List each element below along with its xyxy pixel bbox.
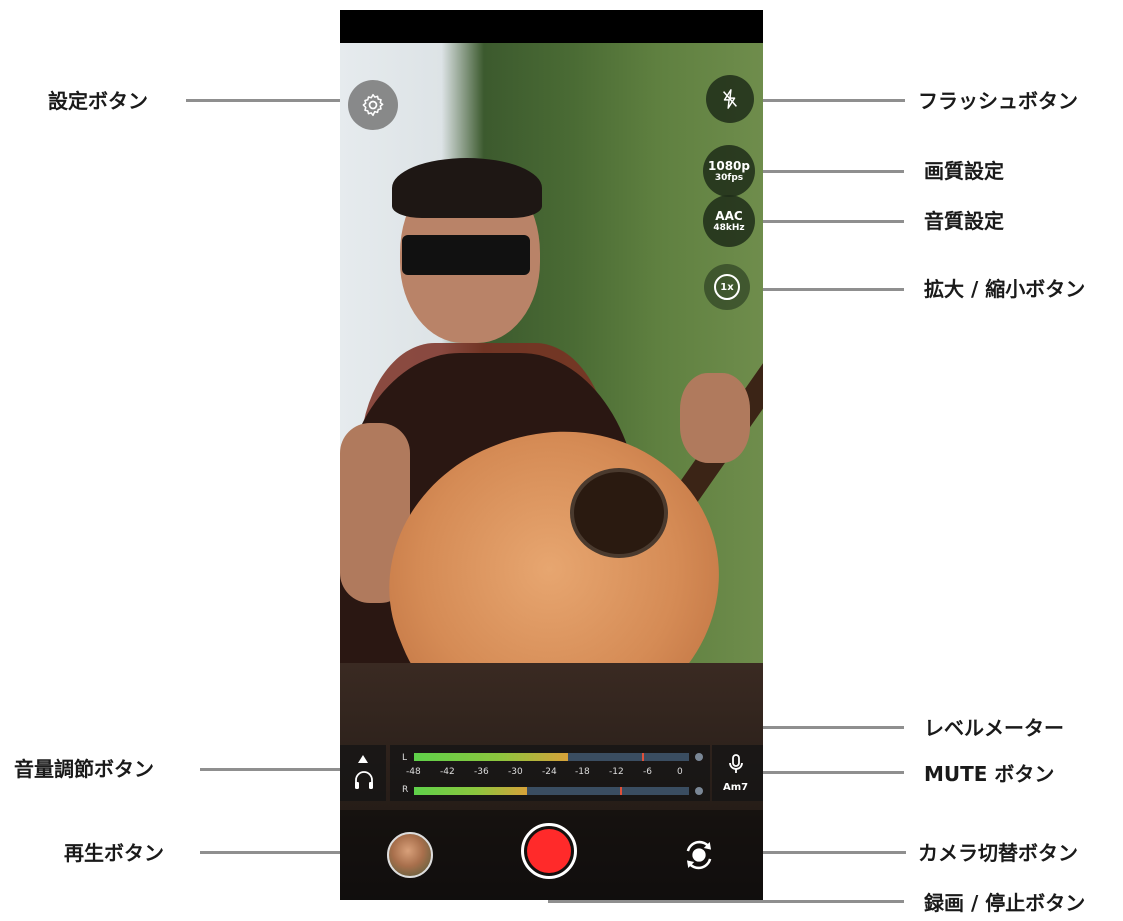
level-meter: L R -48 -42 -36 -30 -24 -18 -12 -6 0 xyxy=(390,745,710,801)
meter-scale-label: -48 xyxy=(406,767,421,777)
camera-switch-button[interactable] xyxy=(680,836,718,874)
zoom-level-text: 1x xyxy=(714,274,740,300)
meter-scale-label: -36 xyxy=(474,767,489,777)
record-callout-label: 録画 / 停止ボタン xyxy=(924,891,1086,915)
fps-text: 30fps xyxy=(714,172,744,183)
audio-callout-line xyxy=(752,220,904,223)
play-button[interactable] xyxy=(387,832,433,878)
meter-scale-label: -6 xyxy=(643,767,652,777)
chord-text: Am7 xyxy=(723,782,749,793)
meter-scale-label: 0 xyxy=(677,767,683,777)
quality-callout-label: 画質設定 xyxy=(924,159,1004,183)
meter-scale-label: -24 xyxy=(542,767,557,777)
gear-icon xyxy=(362,93,384,117)
thumbnail-image xyxy=(389,834,431,876)
microphone-icon xyxy=(729,754,743,773)
volume-callout-label: 音量調節ボタン xyxy=(14,757,154,781)
phone-screen: 1080p 30fps AAC 48kHz 1x L R -48 -42 -36 -3… xyxy=(340,10,763,900)
settings-button[interactable] xyxy=(348,80,398,130)
preview-hand xyxy=(680,373,750,463)
flash-callout-line xyxy=(750,99,905,102)
meter-scale-label: -12 xyxy=(609,767,624,777)
record-callout-line-h xyxy=(548,900,904,903)
preview-hair xyxy=(392,158,542,218)
video-quality-button[interactable]: 1080p 30fps xyxy=(703,145,755,197)
level-meter-callout-label: レベルメーター xyxy=(924,716,1064,740)
zoom-callout-line xyxy=(748,288,904,291)
meter-scale-label: -30 xyxy=(508,767,523,777)
meter-dot-left xyxy=(695,753,703,761)
mute-callout-line xyxy=(746,771,904,774)
settings-callout-line xyxy=(186,99,346,102)
meter-dot-right xyxy=(695,787,703,795)
meter-level-left xyxy=(414,753,568,761)
meter-peak-right xyxy=(620,787,622,795)
meter-peak-left xyxy=(642,753,644,761)
audio-callout-label: 音質設定 xyxy=(924,209,1004,233)
audio-quality-button[interactable]: AAC 48kHz xyxy=(703,195,755,247)
flash-button[interactable] xyxy=(706,75,754,123)
preview-guitar-soundhole xyxy=(570,468,668,558)
quality-callout-line xyxy=(752,170,904,173)
sample-rate-text: 48kHz xyxy=(713,222,745,233)
flash-callout-label: フラッシュボタン xyxy=(918,89,1078,113)
meter-level-right xyxy=(414,787,527,795)
camera-switch-callout-label: カメラ切替ボタン xyxy=(918,841,1078,865)
record-indicator xyxy=(527,829,571,873)
camera-switch-icon xyxy=(686,840,712,870)
preview-sunglasses xyxy=(402,235,530,275)
volume-up-icon[interactable] xyxy=(358,755,368,763)
flash-off-icon xyxy=(723,89,737,109)
settings-callout-label: 設定ボタン xyxy=(48,89,148,113)
mute-callout-label: MUTE ボタン xyxy=(924,762,1055,786)
status-bar xyxy=(340,10,763,43)
volume-button[interactable] xyxy=(352,768,376,792)
resolution-text: 1080p xyxy=(708,158,750,173)
zoom-button[interactable]: 1x xyxy=(704,264,750,310)
meter-channel-left: L xyxy=(402,753,408,763)
codec-text: AAC xyxy=(715,208,743,223)
volume-callout-line xyxy=(200,768,350,771)
mute-button[interactable] xyxy=(724,752,748,776)
meter-channel-right: R xyxy=(402,785,409,795)
meter-scale-label: -18 xyxy=(575,767,590,777)
zoom-callout-label: 拡大 / 縮小ボタン xyxy=(924,277,1086,301)
headphones-icon xyxy=(355,771,373,789)
record-button[interactable] xyxy=(521,823,577,879)
meter-scale-label: -42 xyxy=(440,767,455,777)
play-callout-label: 再生ボタン xyxy=(64,841,164,865)
